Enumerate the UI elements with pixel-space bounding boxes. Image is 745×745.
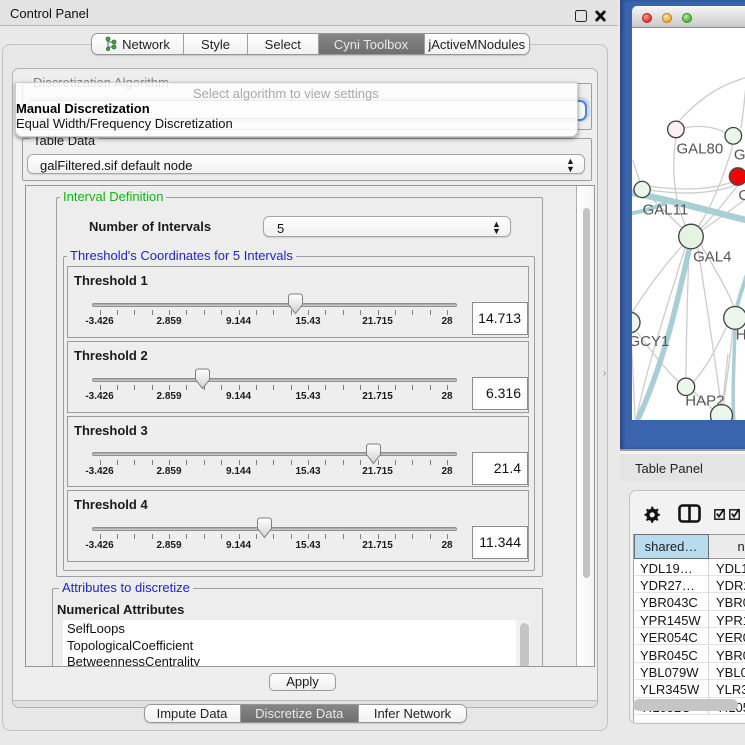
svg-text:CDC: CDC [738, 187, 745, 204]
svg-text:GAL80: GAL80 [676, 140, 723, 157]
svg-text:GAL4: GAL4 [693, 248, 731, 265]
svg-text:GCY1: GCY1 [632, 333, 669, 350]
svg-text:HAP2: HAP2 [685, 392, 724, 409]
svg-text:GAL1: GAL1 [733, 146, 745, 163]
svg-text:HIS4: HIS4 [735, 326, 745, 343]
svg-text:GAL11: GAL11 [642, 201, 688, 218]
